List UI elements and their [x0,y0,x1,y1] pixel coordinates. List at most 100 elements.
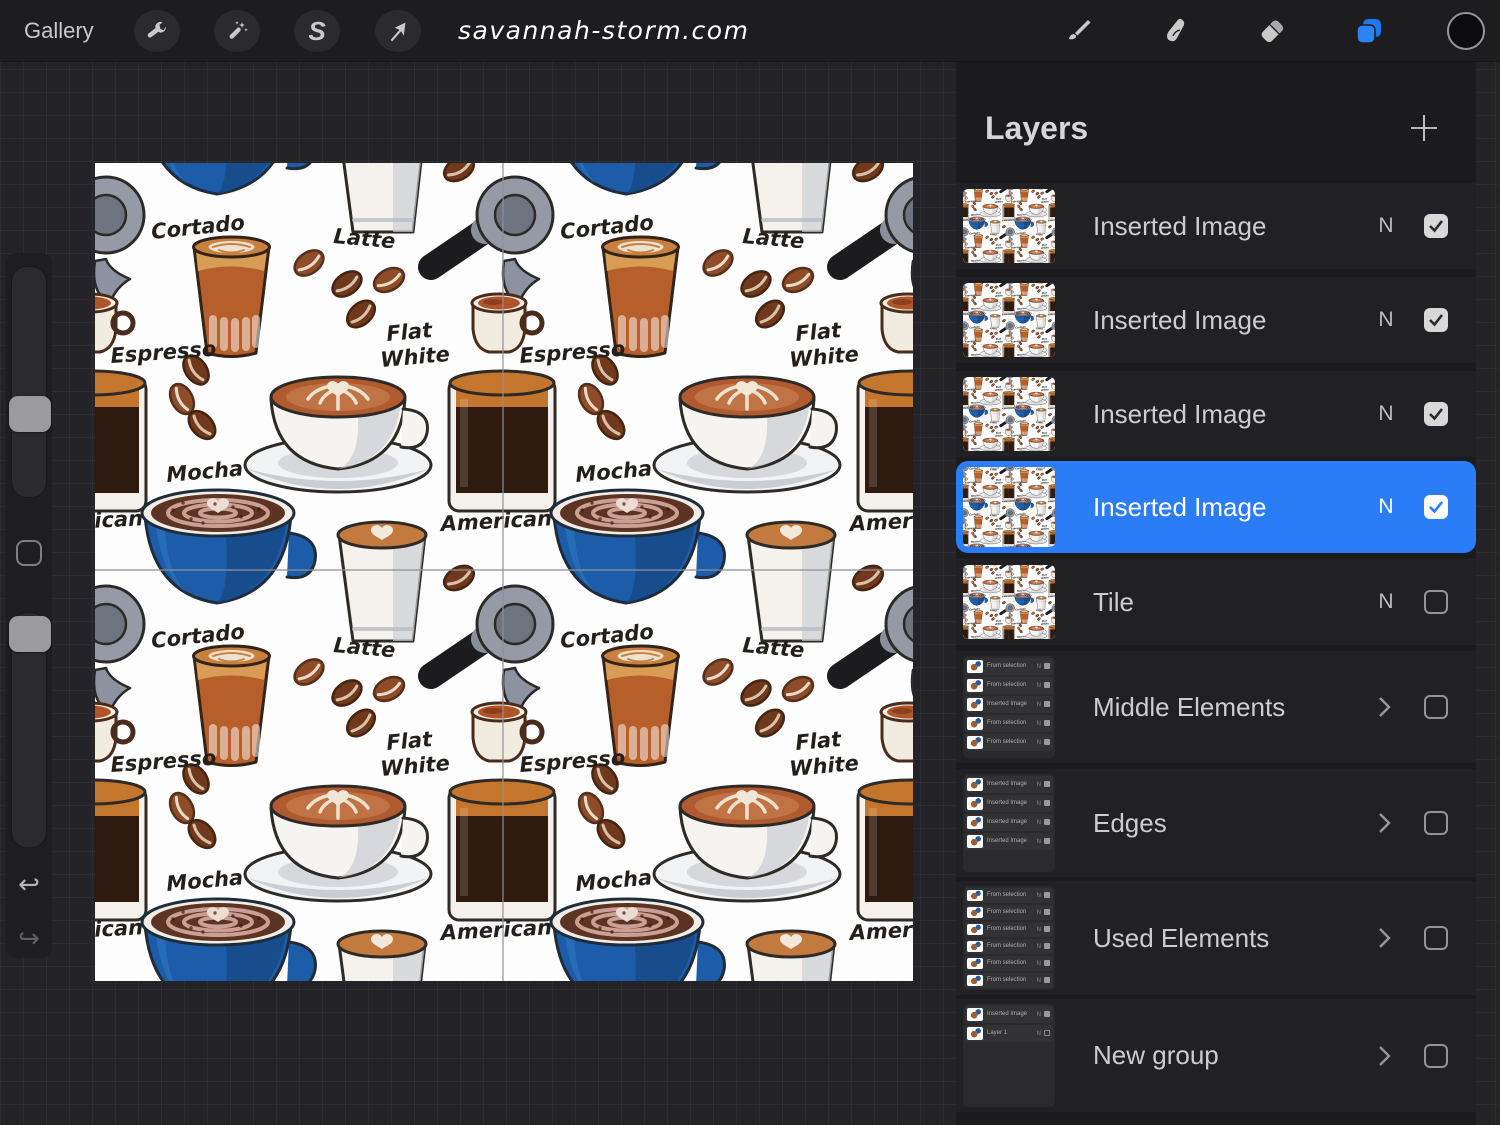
mini-layer-name: Inserted Image [987,701,1027,707]
mini-checkbox [1044,819,1050,825]
color-circle-icon [1447,12,1485,50]
group-thumbnail[interactable]: From selectionN From selectionN Inserted… [963,656,1055,758]
brush-icon [1063,16,1093,46]
blend-mode-button[interactable]: N [1372,559,1400,645]
layer-thumbnail[interactable] [963,189,1055,263]
layer-thumbnail[interactable] [963,283,1055,357]
mini-checkbox [1044,892,1050,898]
mini-checkbox [1044,682,1050,688]
group-row[interactable]: Inserted ImageN Inserted ImageN Inserted… [956,769,1476,877]
group-name: New group [1093,999,1219,1112]
blend-mode-button[interactable]: N [1372,461,1400,553]
mini-blend: N [1037,961,1041,967]
mini-thumbnail [967,1008,983,1021]
add-layer-button[interactable] [1408,112,1440,144]
wrench-icon [145,19,169,43]
paint-tool-button[interactable] [1054,8,1102,54]
check-icon [1424,495,1448,519]
undo-icon: ↩ [18,869,40,899]
group-thumbnail[interactable]: Inserted ImageN Inserted ImageN Inserted… [963,774,1055,872]
color-tool-button[interactable] [1442,8,1490,54]
group-thumbnail[interactable]: From selectionN From selectionN From sel… [963,886,1055,990]
brush-size-handle[interactable] [9,396,51,432]
visibility-checkbox[interactable] [1424,402,1448,426]
brush-size-slider[interactable] [11,266,47,498]
mini-layer-name: Layer 1 [987,1030,1007,1036]
visibility-checkbox[interactable] [1424,926,1448,950]
modify-button[interactable] [16,540,42,566]
layer-thumbnail[interactable] [963,565,1055,639]
mini-checkbox [1044,781,1050,787]
mini-checkbox [1044,739,1050,745]
mini-blend: N [1037,893,1041,899]
mini-blend: N [1037,683,1041,689]
mini-thumbnail [967,679,983,692]
chevron-right-icon [1372,811,1396,835]
selection-button[interactable]: S [294,10,340,52]
mini-thumbnail [967,958,983,969]
group-row[interactable]: From selectionN From selectionN Inserted… [956,651,1476,763]
chevron-right-icon [1372,1044,1396,1068]
mini-layer-name: Inserted Image [987,1011,1027,1017]
layers-header: Layers [956,62,1476,180]
layer-row[interactable]: Tile N [956,559,1476,645]
layer-row[interactable]: Inserted Image N [956,371,1476,457]
expand-group-button[interactable] [1372,1044,1396,1068]
brush-opacity-slider[interactable] [11,612,47,848]
layer-row-selected[interactable]: Inserted Image N [956,461,1476,553]
group-name: Used Elements [1093,881,1269,995]
erase-tool-button[interactable] [1248,8,1296,54]
canvas[interactable] [95,163,913,981]
layer-name: Inserted Image [1093,183,1266,269]
layers-tool-button[interactable] [1345,8,1393,54]
expand-group-button[interactable] [1372,695,1396,719]
chevron-right-icon [1372,695,1396,719]
visibility-checkbox[interactable] [1424,214,1448,238]
brush-opacity-handle[interactable] [9,616,51,652]
mini-layer-name: From selection [987,960,1026,966]
check-icon [1424,214,1448,238]
undo-button[interactable]: ↩ [6,871,52,897]
adjustments-button[interactable] [214,10,260,52]
blend-mode-button[interactable]: N [1372,183,1400,269]
mini-blend: N [1037,721,1041,727]
layer-thumbnail[interactable] [963,377,1055,451]
blend-mode-button[interactable]: N [1372,371,1400,457]
layer-name: Inserted Image [1093,461,1266,553]
expand-group-button[interactable] [1372,811,1396,835]
mini-checkbox [1044,926,1050,932]
visibility-checkbox[interactable] [1424,495,1448,519]
group-row[interactable]: From selectionN From selectionN From sel… [956,881,1476,995]
visibility-checkbox[interactable] [1424,590,1448,614]
mini-blend: N [1037,944,1041,950]
mini-layer-name: From selection [987,663,1026,669]
transform-button[interactable] [375,10,421,52]
visibility-checkbox[interactable] [1424,308,1448,332]
smudge-tool-button[interactable] [1151,8,1199,54]
mini-blend: N [1037,839,1041,845]
mini-checkbox [1044,977,1050,983]
layer-thumbnail[interactable] [963,467,1055,547]
mini-layer-name: Inserted Image [987,838,1027,844]
transform-arrow-icon [386,19,410,43]
visibility-checkbox[interactable] [1424,695,1448,719]
mini-thumbnail [967,975,983,986]
mini-thumbnail [967,778,983,791]
redo-button[interactable]: ↪ [6,925,52,951]
mini-checkbox [1044,800,1050,806]
layer-row[interactable]: Inserted Image N [956,277,1476,363]
mini-thumbnail [967,924,983,935]
expand-group-button[interactable] [1372,926,1396,950]
visibility-checkbox[interactable] [1424,811,1448,835]
visibility-checkbox[interactable] [1424,1044,1448,1068]
check-icon [1424,308,1448,332]
layer-row[interactable]: Inserted Image N [956,183,1476,269]
mini-blend: N [1037,1012,1041,1018]
gallery-button[interactable]: Gallery [24,0,94,62]
group-row[interactable]: Inserted ImageN Layer 1N New group [956,999,1476,1112]
group-thumbnail[interactable]: Inserted ImageN Layer 1N [963,1004,1055,1107]
actions-button[interactable] [134,10,180,52]
mini-layer-name: From selection [987,943,1026,949]
blend-mode-button[interactable]: N [1372,277,1400,363]
mini-blend: N [1037,664,1041,670]
